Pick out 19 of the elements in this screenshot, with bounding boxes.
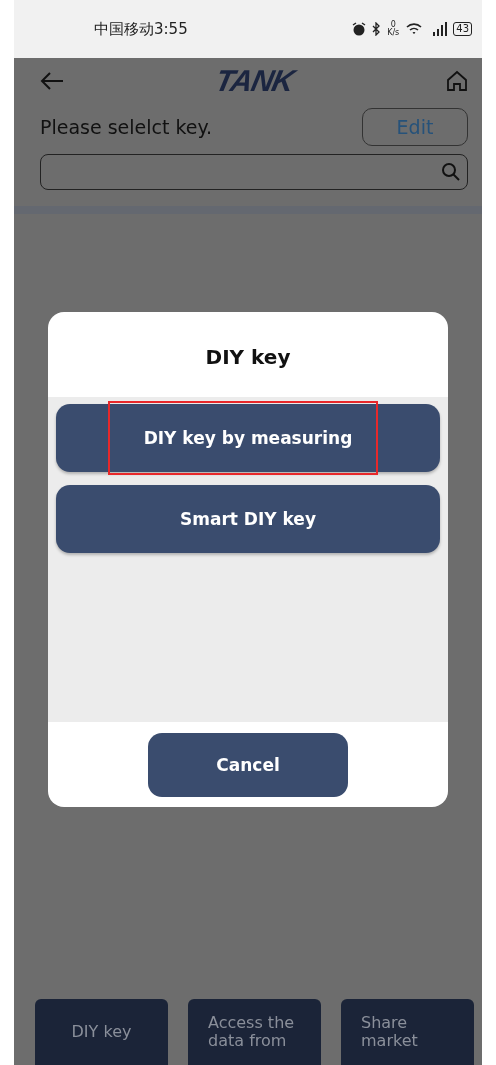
bottom-tab-button[interactable]: DIY key (35, 999, 168, 1065)
prompt-text: Please selelct key. (40, 116, 213, 138)
logo: TANK (212, 64, 298, 98)
bottom-tab-button[interactable]: Share market (341, 999, 474, 1065)
wifi-icon (405, 22, 424, 36)
back-arrow-icon[interactable] (40, 71, 64, 91)
search-icon[interactable] (441, 162, 461, 182)
battery-indicator: 43 (453, 22, 472, 36)
bluetooth-icon (372, 22, 382, 36)
dialog-title: DIY key (204, 344, 292, 371)
network-speed: 0 K/s (387, 21, 400, 37)
option-button[interactable]: Smart DIY key (56, 485, 440, 553)
cancel-button[interactable]: Cancel (148, 732, 348, 797)
home-icon[interactable] (446, 70, 468, 92)
bottom-tab-button[interactable]: Access the data from (188, 999, 321, 1065)
search-field[interactable] (40, 154, 468, 190)
carrier-time: 中国移动3:55 (94, 19, 189, 39)
alarm-icon (352, 22, 367, 36)
option-button[interactable]: DIY key by measuring (56, 404, 440, 472)
